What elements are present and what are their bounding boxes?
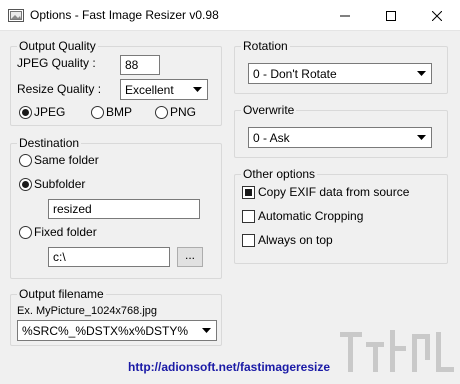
- destination-radio-fixed-folder[interactable]: Fixed folder: [19, 224, 97, 240]
- radio-dot: [91, 105, 104, 119]
- format-radio-jpeg[interactable]: JPEG: [19, 104, 65, 120]
- radio-dot: [19, 177, 32, 191]
- checkbox-automatic-cropping[interactable]: Automatic Cropping: [242, 208, 363, 224]
- chevron-down-icon: [413, 65, 430, 82]
- destination-option-label: Subfolder: [34, 177, 86, 191]
- checkbox-always-on-top[interactable]: Always on top: [242, 232, 333, 248]
- browse-button[interactable]: ...: [177, 247, 203, 267]
- maximize-icon: [386, 10, 396, 21]
- title-bar: Options - Fast Image Resizer v0.98: [0, 0, 460, 31]
- close-icon: [432, 10, 442, 21]
- maximize-button[interactable]: [368, 0, 414, 31]
- output-filename-value: %SRC%_%DSTX%x%DSTY%: [22, 324, 189, 338]
- checkbox-box: [242, 233, 255, 247]
- radio-dot: [19, 105, 32, 119]
- resize-quality-select[interactable]: Excellent: [120, 79, 208, 100]
- output-filename-select[interactable]: %SRC%_%DSTX%x%DSTY%: [17, 320, 217, 341]
- subfolder-input[interactable]: [48, 199, 200, 219]
- minimize-icon: [340, 15, 350, 16]
- radio-dot: [19, 225, 32, 239]
- other-options-legend: Other options: [241, 167, 318, 181]
- format-label: JPEG: [34, 105, 66, 119]
- destination-option-label: Same folder: [34, 153, 99, 167]
- overwrite-value: 0 - Ask: [253, 131, 290, 145]
- output-filename-legend: Output filename: [17, 287, 106, 301]
- destination-radio-same-folder[interactable]: Same folder: [19, 152, 99, 168]
- jpeg-quality-label: JPEG Quality :: [17, 56, 96, 70]
- rotation-value: 0 - Don't Rotate: [253, 67, 337, 81]
- app-icon: [8, 7, 24, 23]
- output-filename-example: Ex. MyPicture_1024x768.jpg: [17, 305, 158, 317]
- resize-quality-value: Excellent: [125, 83, 174, 97]
- minimize-button[interactable]: [322, 0, 368, 31]
- chevron-down-icon: [198, 322, 215, 339]
- destination-radio-subfolder[interactable]: Subfolder: [19, 176, 85, 192]
- format-label: PNG: [170, 105, 197, 119]
- checkbox-copy-exif[interactable]: Copy EXIF data from source: [242, 184, 409, 200]
- chevron-down-icon: [413, 129, 430, 146]
- checkbox-label: Automatic Cropping: [258, 209, 364, 223]
- rotation-legend: Rotation: [241, 39, 290, 53]
- checkbox-label: Copy EXIF data from source: [258, 185, 410, 199]
- resize-quality-label: Resize Quality :: [17, 82, 102, 96]
- destination-option-label: Fixed folder: [34, 225, 97, 239]
- format-label: BMP: [106, 105, 133, 119]
- fixed-folder-input[interactable]: [48, 247, 170, 267]
- overwrite-select[interactable]: 0 - Ask: [248, 127, 432, 148]
- close-button[interactable]: [414, 0, 460, 31]
- radio-dot: [19, 153, 32, 167]
- options-window: Options - Fast Image Resizer v0.98 Outpu…: [0, 0, 460, 384]
- format-radio-png[interactable]: PNG: [155, 104, 196, 120]
- output-quality-legend: Output Quality: [17, 39, 98, 53]
- checkbox-box: [242, 209, 255, 223]
- watermark-logo: [340, 330, 454, 372]
- overwrite-legend: Overwrite: [241, 103, 297, 117]
- checkbox-label: Always on top: [258, 233, 333, 247]
- jpeg-quality-input[interactable]: [120, 55, 160, 75]
- destination-legend: Destination: [17, 136, 82, 150]
- format-radio-bmp[interactable]: BMP: [91, 104, 132, 120]
- website-link[interactable]: http://adionsoft.net/fastimageresize: [128, 360, 330, 374]
- window-title: Options - Fast Image Resizer v0.98: [30, 8, 219, 22]
- checkbox-box: [242, 185, 255, 199]
- chevron-down-icon: [189, 81, 206, 98]
- rotation-select[interactable]: 0 - Don't Rotate: [248, 63, 432, 84]
- radio-dot: [155, 105, 168, 119]
